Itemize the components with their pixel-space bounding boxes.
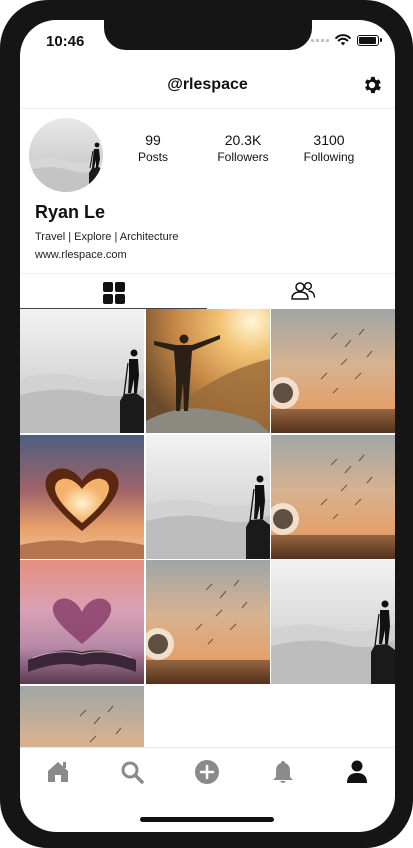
profile-section: 99 Posts 20.3K Followers 3100 Following … <box>20 116 395 271</box>
signal-icon <box>311 38 329 42</box>
stat-followers-value: 20.3K <box>224 132 262 148</box>
status-icons <box>311 34 382 46</box>
bell-icon[interactable] <box>269 758 297 786</box>
stat-posts-value: 99 <box>145 132 161 148</box>
stat-posts[interactable]: 99 Posts <box>108 132 198 164</box>
stat-following-value: 3100 <box>313 132 345 148</box>
home-icon[interactable] <box>44 758 72 786</box>
search-icon[interactable] <box>118 758 146 786</box>
status-time: 10:46 <box>46 33 85 50</box>
photo-thumbnail[interactable] <box>20 685 144 747</box>
stat-posts-label: Posts <box>137 150 168 164</box>
photo-thumbnail[interactable] <box>271 434 395 559</box>
tab-tagged[interactable] <box>208 274 395 308</box>
photo-thumbnail[interactable] <box>145 560 270 684</box>
wifi-icon <box>335 34 351 46</box>
device-notch <box>104 20 312 50</box>
profile-handle: @rlespace <box>167 76 248 93</box>
stat-followers[interactable]: 20.3K Followers <box>198 132 288 164</box>
photo-thumbnail[interactable] <box>20 560 144 684</box>
photo-thumbnail[interactable] <box>20 434 144 559</box>
stat-following-label: Following <box>303 150 355 164</box>
stat-followers-label: Followers <box>217 150 269 164</box>
profile-tabs <box>20 273 395 310</box>
tab-posts-grid[interactable] <box>20 274 207 309</box>
battery-icon <box>357 34 382 46</box>
phone-frame: 10:46 @rlespace 99 Posts 20.3K Followers… <box>0 0 413 848</box>
photo-thumbnail[interactable] <box>145 309 270 433</box>
profile-icon[interactable] <box>343 758 371 786</box>
profile-header: @rlespace <box>20 64 395 109</box>
profile-name: Ryan Le <box>35 202 106 222</box>
settings-gear-icon[interactable] <box>361 74 383 96</box>
app-screen: 10:46 @rlespace 99 Posts 20.3K Followers… <box>20 20 395 832</box>
home-indicator <box>140 817 274 822</box>
add-icon[interactable] <box>193 758 221 786</box>
photo-thumbnail[interactable] <box>271 560 395 684</box>
photo-grid <box>20 309 395 747</box>
photo-thumbnail[interactable] <box>145 434 270 559</box>
bottom-nav <box>20 747 395 798</box>
grid-icon <box>103 282 125 304</box>
photo-thumbnail[interactable] <box>20 309 144 433</box>
tagged-people-icon <box>291 282 316 300</box>
photo-thumbnail[interactable] <box>271 309 395 433</box>
avatar[interactable] <box>29 118 103 192</box>
stat-following[interactable]: 3100 Following <box>284 132 374 164</box>
profile-website-link[interactable]: www.rlespace.com <box>35 249 127 261</box>
profile-bio: Travel | Explore | Architecture <box>35 231 179 243</box>
